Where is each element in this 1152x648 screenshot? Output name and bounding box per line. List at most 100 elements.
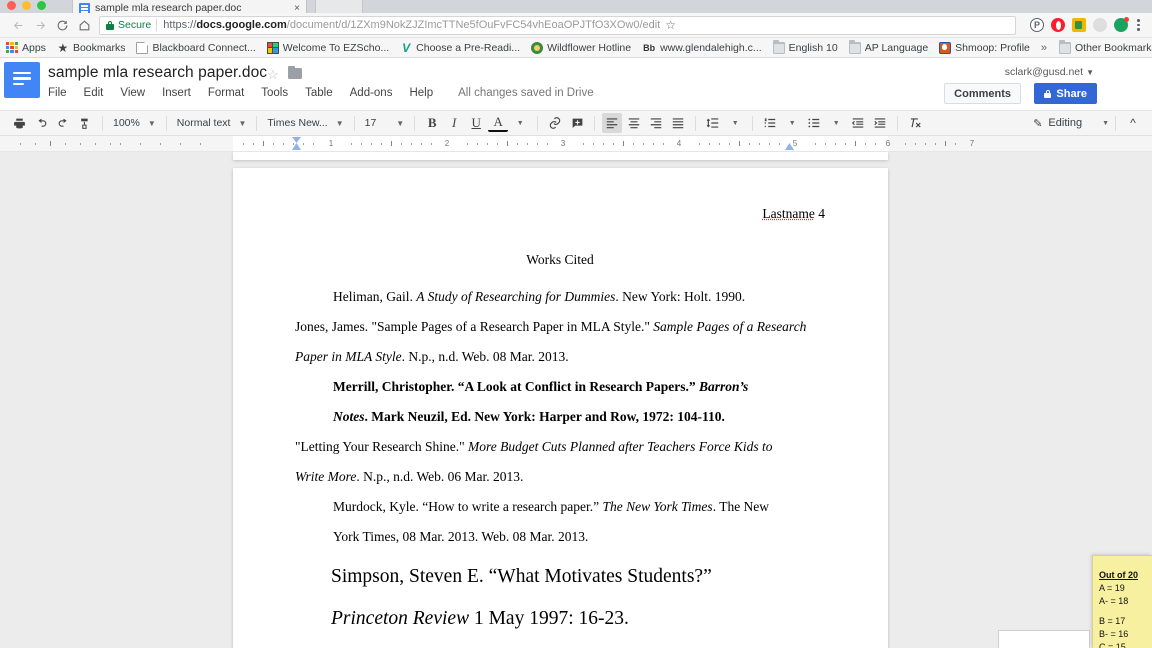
bookmark-blackboard-connect[interactable]: Blackboard Connect...	[136, 41, 256, 54]
bookmark-ap-language[interactable]: AP Language	[848, 40, 928, 54]
align-justify-icon[interactable]	[668, 113, 688, 133]
redo-icon[interactable]	[53, 113, 73, 133]
bookmark-bookmarks[interactable]: ★ Bookmarks	[57, 42, 126, 54]
bulleted-list-icon[interactable]	[804, 113, 824, 133]
opera-icon[interactable]	[1051, 18, 1065, 32]
citation-line[interactable]: Write More. N.p., n.d. Web. 06 Mar. 2013…	[295, 462, 825, 492]
forward-icon[interactable]	[29, 14, 51, 36]
bookmark-label: Other Bookmarks	[1075, 41, 1152, 54]
sticky-note-line: B = 17	[1099, 616, 1126, 626]
bookmark-wildflower-hotline[interactable]: Wildflower Hotline	[531, 41, 631, 54]
bookmark-glendalehigh[interactable]: Bb www.glendalehigh.c...	[642, 42, 762, 54]
citation-line[interactable]: Princeton Review 1 May 1997: 16-23.	[295, 598, 825, 640]
undo-icon[interactable]	[31, 113, 51, 133]
address-bar[interactable]: Secure https://docs.google.com/document/…	[99, 15, 1016, 35]
align-right-icon[interactable]	[646, 113, 666, 133]
zoom-select[interactable]: 100% ▼	[109, 113, 160, 133]
browser-tab-active[interactable]: sample mla research paper.doc ×	[72, 0, 307, 13]
menu-help[interactable]: Help	[409, 87, 433, 99]
citation-line[interactable]: "Letting Your Research Shine." More Budg…	[295, 432, 825, 462]
comments-button[interactable]: Comments	[944, 83, 1021, 104]
line-spacing-icon[interactable]	[703, 113, 723, 133]
add-comment-icon[interactable]	[567, 113, 587, 133]
bookmark-other-bookmarks[interactable]: Other Bookmarks	[1059, 40, 1152, 54]
citation-title-italic: More Budget Cuts Planned after Teachers …	[468, 439, 773, 454]
menu-insert[interactable]: Insert	[162, 87, 191, 99]
paragraph-style-select[interactable]: Normal text ▼	[173, 113, 251, 133]
text-color-button[interactable]: A	[488, 114, 509, 132]
chevron-down-icon[interactable]: ▼	[1102, 120, 1109, 127]
bookmark-star-icon[interactable]: ☆	[665, 18, 676, 32]
document-title[interactable]: sample mla research paper.doc	[48, 64, 267, 82]
menu-format[interactable]: Format	[208, 87, 244, 99]
window-traffic-lights[interactable]	[7, 1, 46, 10]
citation-line[interactable]: Paper in MLA Style. N.p., n.d. Web. 08 M…	[295, 342, 825, 372]
print-icon[interactable]	[9, 113, 29, 133]
decrease-indent-icon[interactable]	[848, 113, 868, 133]
menu-add-ons[interactable]: Add-ons	[350, 87, 393, 99]
bookmark-ezschool[interactable]: Welcome To EZScho...	[266, 41, 390, 54]
chevron-down-icon[interactable]: ▼	[782, 113, 802, 133]
underline-button[interactable]: U	[466, 113, 486, 133]
citation-line[interactable]: Notes. Mark Neuzil, Ed. New York: Harper…	[295, 402, 825, 432]
font-select[interactable]: Times New... ▼	[263, 113, 347, 133]
citation-line[interactable]: Merrill, Christopher. “A Look at Conflic…	[295, 372, 825, 402]
document-ruler[interactable]: 1 2 3 4 5 6 7	[0, 136, 1152, 152]
menu-view[interactable]: View	[120, 87, 145, 99]
bookmarks-overflow-icon[interactable]: »	[1041, 42, 1047, 54]
document-canvas[interactable]: Lastname 4 Works Cited Heliman, Gail. A …	[0, 152, 1152, 648]
minimize-window-button[interactable]	[22, 1, 31, 10]
align-center-icon[interactable]	[624, 113, 644, 133]
grey-extension-icon[interactable]	[1093, 18, 1107, 32]
back-icon[interactable]	[7, 14, 29, 36]
chevron-down-icon[interactable]: ▼	[826, 113, 846, 133]
citation-line[interactable]: Jones, James. "Sample Pages of a Researc…	[295, 312, 825, 342]
star-document-icon[interactable]: ☆	[267, 67, 279, 83]
maximize-window-button[interactable]	[37, 1, 46, 10]
reload-icon[interactable]	[51, 14, 73, 36]
grammarly-icon[interactable]	[1114, 17, 1129, 32]
chrome-menu-icon[interactable]	[1132, 19, 1145, 31]
move-to-folder-icon[interactable]	[288, 66, 302, 79]
document-body[interactable]: Lastname 4 Works Cited Heliman, Gail. A …	[295, 206, 825, 640]
new-tab-button[interactable]	[315, 0, 363, 13]
chevron-down-icon[interactable]: ▼	[510, 113, 530, 133]
citation-line[interactable]: York Times, 08 Mar. 2013. Web. 08 Mar. 2…	[295, 522, 825, 552]
collapse-toolbar-icon[interactable]: ^	[1123, 113, 1143, 133]
secure-label: Secure	[118, 19, 152, 31]
menu-tools[interactable]: Tools	[261, 87, 288, 99]
citation-line[interactable]: Simpson, Steven E. “What Motivates Stude…	[295, 556, 825, 598]
bookmark-shmoop-profile[interactable]: Shmoop: Profile	[939, 41, 1030, 54]
close-window-button[interactable]	[7, 1, 16, 10]
menu-edit[interactable]: Edit	[84, 87, 104, 99]
bold-button[interactable]: B	[422, 113, 442, 133]
citation-line[interactable]: Heliman, Gail. A Study of Researching fo…	[295, 282, 825, 312]
increase-indent-icon[interactable]	[870, 113, 890, 133]
account-email[interactable]: sclark@gusd.net ▼	[1005, 66, 1094, 78]
bookmark-pre-reading[interactable]: V Choose a Pre-Readi...	[400, 42, 520, 54]
home-icon[interactable]	[73, 14, 95, 36]
bookmark-english-10[interactable]: English 10	[772, 40, 838, 54]
bottom-overlay-panel[interactable]	[998, 630, 1090, 648]
citation-line[interactable]: Murdock, Kyle. “How to write a research …	[295, 492, 825, 522]
bookmark-apps[interactable]: Apps	[6, 41, 46, 54]
numbered-list-icon[interactable]	[760, 113, 780, 133]
paint-format-icon[interactable]	[75, 113, 95, 133]
editing-mode-button[interactable]: ✎ Editing ▼	[1033, 117, 1109, 130]
evernote-icon[interactable]	[1072, 18, 1086, 32]
clear-formatting-icon[interactable]	[905, 113, 925, 133]
document-page[interactable]: Lastname 4 Works Cited Heliman, Gail. A …	[233, 168, 888, 648]
font-size-select[interactable]: 17 ▼	[361, 113, 409, 133]
bookmark-label: Welcome To EZScho...	[282, 41, 390, 54]
italic-button[interactable]: I	[444, 113, 464, 133]
align-left-icon[interactable]	[602, 113, 623, 133]
share-button[interactable]: Share	[1034, 83, 1097, 104]
menu-file[interactable]: File	[48, 87, 67, 99]
chevron-down-icon[interactable]: ▼	[725, 113, 745, 133]
google-docs-logo-icon[interactable]	[4, 62, 40, 98]
sticky-note[interactable]: Out of 20 A = 19 A- = 18 B = 17 B- = 16 …	[1092, 555, 1152, 648]
close-icon[interactable]: ×	[294, 4, 300, 14]
menu-table[interactable]: Table	[305, 87, 333, 99]
insert-link-icon[interactable]	[545, 113, 565, 133]
pinterest-icon[interactable]: P	[1030, 18, 1044, 32]
